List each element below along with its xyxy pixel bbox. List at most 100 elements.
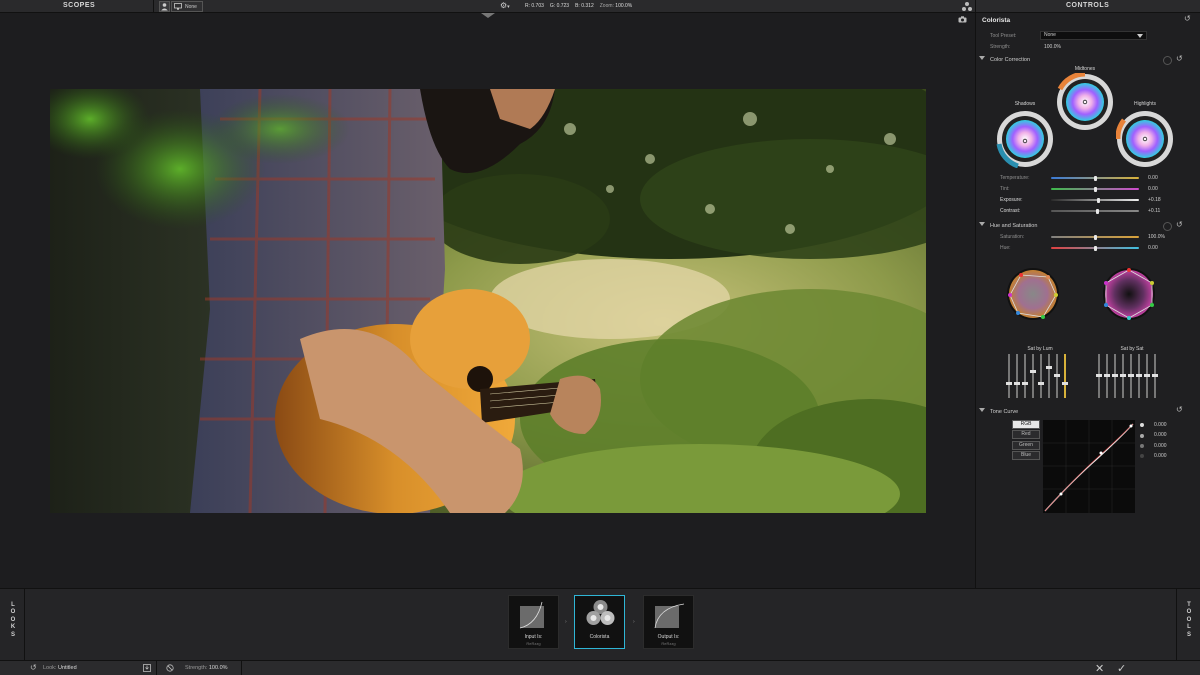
input-node[interactable]: Input Is: ReRzzg bbox=[508, 595, 559, 649]
hue-saturation-header[interactable]: Hue and Saturation bbox=[979, 222, 1037, 229]
cc-value[interactable]: 0.00 bbox=[1148, 175, 1158, 181]
monitor-icon bbox=[174, 3, 182, 10]
cancel-button[interactable]: ✕ bbox=[1095, 662, 1104, 675]
slider-handle[interactable] bbox=[1053, 374, 1060, 377]
node-sublabel: ReRzzg bbox=[526, 641, 541, 646]
global-strength[interactable]: Strength: 100.0% bbox=[185, 665, 228, 671]
side-tab-letter: L bbox=[11, 602, 15, 608]
divider bbox=[241, 661, 242, 675]
sat-shift-wheel[interactable] bbox=[1102, 267, 1156, 321]
link-icon[interactable] bbox=[1163, 222, 1172, 231]
hs-value[interactable]: 0.00 bbox=[1148, 245, 1158, 251]
cc-label: Exposure: bbox=[1000, 197, 1023, 203]
strength-value[interactable]: 100.0% bbox=[1044, 44, 1061, 50]
bypass-icon[interactable] bbox=[166, 664, 174, 672]
link-icon[interactable] bbox=[1163, 56, 1172, 65]
sat-by-lum-label: Sat by Lum bbox=[1027, 346, 1053, 352]
slider-handle[interactable] bbox=[1093, 234, 1097, 240]
sat-by-lum-slider[interactable] bbox=[1016, 354, 1018, 398]
nodes-icon[interactable] bbox=[961, 1, 973, 12]
cc-value[interactable]: +0.11 bbox=[1148, 208, 1160, 214]
slider-handle[interactable] bbox=[1093, 186, 1097, 192]
gear-icon[interactable]: ⚙▾ bbox=[500, 1, 510, 10]
sat-by-lum-slider[interactable] bbox=[1032, 354, 1034, 398]
sat-by-lum-slider[interactable] bbox=[1024, 354, 1026, 398]
color-correction-header[interactable]: Color Correction bbox=[979, 56, 1030, 63]
side-tab-letter: O bbox=[1186, 616, 1192, 623]
slider-handle[interactable] bbox=[1005, 382, 1012, 385]
midtones-color-wheel[interactable] bbox=[1056, 73, 1114, 131]
sat-by-lum-slider[interactable] bbox=[1040, 354, 1042, 398]
cc-value[interactable]: 0.00 bbox=[1148, 186, 1158, 192]
highlights-color-wheel[interactable] bbox=[1116, 110, 1174, 168]
tone-value-4: 0.000 bbox=[1154, 453, 1167, 459]
tone-value-1: 0.000 bbox=[1154, 422, 1167, 428]
zoom-readout: Zoom: 100.0% bbox=[599, 3, 633, 9]
tone-curve-header[interactable]: Tone Curve bbox=[979, 408, 1018, 415]
slider-handle[interactable] bbox=[1095, 374, 1102, 377]
slider-handle[interactable] bbox=[1037, 382, 1044, 385]
side-tab-letter: O bbox=[10, 609, 16, 616]
hue-shift-wheel[interactable] bbox=[1006, 267, 1060, 321]
color-wheels-icon bbox=[586, 600, 615, 625]
pipeline-strip: LOOKS TOOLS Input Is: ReRzzg › Colorista… bbox=[0, 588, 1200, 661]
slider-handle[interactable] bbox=[1135, 374, 1142, 377]
undo-icon[interactable]: ↺ bbox=[30, 663, 37, 672]
colorista-node[interactable]: Colorista bbox=[574, 595, 625, 649]
sat-by-lum-slider[interactable] bbox=[1008, 354, 1010, 398]
reset-color-correction-icon[interactable]: ↺ bbox=[1176, 55, 1183, 63]
looks-tab[interactable]: LOOKS bbox=[8, 602, 18, 639]
side-tab-letter: S bbox=[10, 631, 15, 638]
slider-handle[interactable] bbox=[1093, 245, 1097, 251]
slider-handle[interactable] bbox=[1013, 382, 1020, 385]
side-tab-letter: S bbox=[1186, 631, 1191, 638]
slider-handle[interactable] bbox=[1151, 374, 1158, 377]
slider-handle[interactable] bbox=[1061, 382, 1068, 385]
cc-slider[interactable] bbox=[1051, 199, 1139, 201]
reset-all-icon[interactable]: ↺ bbox=[1184, 15, 1191, 23]
shadows-color-wheel[interactable] bbox=[996, 110, 1054, 168]
monitor-select[interactable]: None bbox=[171, 1, 203, 12]
user-icon[interactable] bbox=[159, 1, 170, 12]
pixel-readout: R: 0.703 G: 0.723 B: 0.312 Zoom: 100.0% bbox=[525, 3, 632, 9]
tone-curve-channel-rgb[interactable]: RGB bbox=[1012, 420, 1040, 429]
slider-handle[interactable] bbox=[1097, 197, 1101, 203]
slider-handle[interactable] bbox=[1119, 374, 1126, 377]
slider-handle[interactable] bbox=[1127, 374, 1134, 377]
slider-handle[interactable] bbox=[1143, 374, 1150, 377]
save-look-icon[interactable] bbox=[143, 664, 151, 672]
scopes-dropdown-icon[interactable] bbox=[481, 13, 495, 18]
tone-curve-channel-blue[interactable]: Blue bbox=[1012, 451, 1040, 460]
slider-handle[interactable] bbox=[1111, 374, 1118, 377]
collapse-icon bbox=[979, 408, 985, 412]
look-name[interactable]: Look: Untitled bbox=[43, 665, 77, 671]
cc-value[interactable]: +0.18 bbox=[1148, 197, 1161, 203]
sat-by-lum-slider[interactable] bbox=[1064, 354, 1066, 398]
apply-button[interactable]: ✓ bbox=[1117, 662, 1126, 675]
strength-label: Strength: bbox=[990, 44, 1011, 50]
slider-handle[interactable] bbox=[1103, 374, 1110, 377]
slider-handle[interactable] bbox=[1029, 370, 1036, 373]
tool-preset-select[interactable]: None bbox=[1040, 31, 1147, 40]
tools-tab[interactable]: TOOLS bbox=[1184, 602, 1194, 639]
tone-value-3: 0.000 bbox=[1154, 443, 1167, 449]
shadows-label: Shadows bbox=[1014, 101, 1036, 107]
preview-image[interactable] bbox=[50, 89, 926, 513]
monitor-value: None bbox=[185, 3, 197, 10]
tone-curve-channel-red[interactable]: Red bbox=[1012, 430, 1040, 439]
reset-hue-saturation-icon[interactable]: ↺ bbox=[1176, 221, 1183, 229]
scopes-toggle[interactable]: SCOPES bbox=[63, 2, 95, 9]
tone-curve-graph[interactable] bbox=[1043, 420, 1135, 513]
slider-handle[interactable] bbox=[1021, 382, 1028, 385]
tone-point-indicator bbox=[1140, 434, 1144, 438]
output-node[interactable]: Output Is: ReRzzg bbox=[643, 595, 694, 649]
reset-tone-curve-icon[interactable]: ↺ bbox=[1176, 406, 1183, 414]
slider-handle[interactable] bbox=[1096, 208, 1100, 214]
slider-handle[interactable] bbox=[1045, 366, 1052, 369]
slider-handle[interactable] bbox=[1093, 175, 1097, 181]
sat-by-lum-slider[interactable] bbox=[1048, 354, 1050, 398]
tone-curve-channel-green[interactable]: Green bbox=[1012, 441, 1040, 450]
hs-value[interactable]: 100.0% bbox=[1148, 234, 1165, 240]
camera-icon[interactable] bbox=[958, 16, 967, 23]
cc-slider[interactable] bbox=[1051, 210, 1139, 212]
